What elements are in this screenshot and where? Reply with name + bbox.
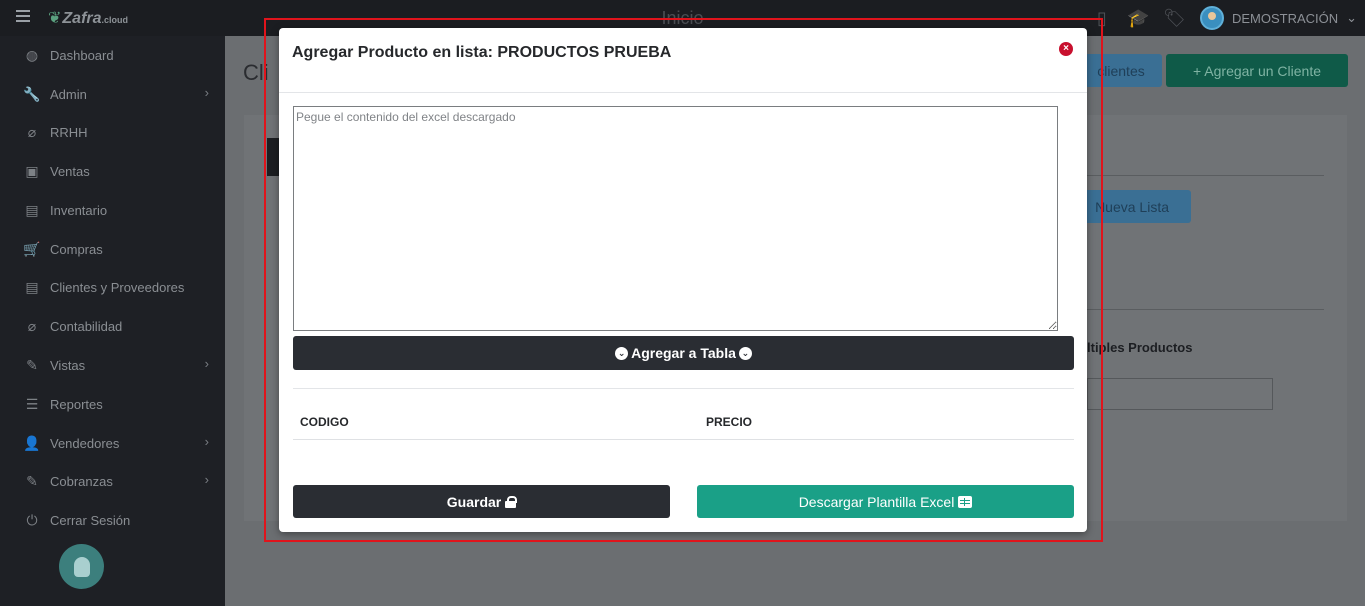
chevron-right-icon: › (204, 472, 209, 487)
sidebar-item-inventario[interactable]: ▤ Inventario (22, 198, 217, 222)
divider (293, 388, 1074, 389)
sidebar-item-vistas[interactable]: ✎ Vistas › (22, 353, 217, 377)
book-icon: ▤ (25, 278, 39, 295)
sidebar: ◍ Dashboard 🔧 Admin › ⌀ RRHH ▣ Ventas ▤ Inven… (0, 36, 225, 606)
edit-icon: ✎ (26, 356, 38, 373)
user-name: DEMOSTRACIÓN (1232, 10, 1339, 26)
chevron-right-icon: › (204, 356, 209, 371)
clients-button[interactable]: clientes (1080, 54, 1162, 87)
user-icon: 👤 (23, 434, 41, 451)
divider (1087, 309, 1324, 310)
mobile-icon[interactable]: ▯ (1091, 7, 1113, 29)
cart-icon: 🛒 (23, 240, 41, 257)
avatar (1200, 6, 1224, 30)
divider (1087, 175, 1324, 176)
sidebar-item-rrhh[interactable]: ⌀ RRHH (22, 120, 217, 144)
sidebar-item-cobranzas[interactable]: ✎ Cobranzas › (22, 469, 217, 493)
power-icon: ⏻ (26, 511, 38, 528)
unlock-icon (505, 495, 518, 508)
lightbulb-icon[interactable] (59, 544, 104, 589)
modal-header: Agregar Producto en lista: PRODUCTOS PRU… (279, 28, 1087, 93)
sidebar-item-compras[interactable]: 🛒 Compras (22, 237, 217, 261)
graduation-cap-icon[interactable]: 🎓 (1127, 7, 1149, 29)
divider (293, 439, 1074, 440)
sidebar-item-reportes[interactable]: ☰ Reportes (22, 392, 217, 416)
add-to-table-button[interactable]: ⌄ Agregar a Tabla ⌄ (293, 336, 1074, 370)
user-menu[interactable]: DEMOSTRACIÓN ⌄ (1200, 6, 1357, 30)
money-icon: ▣ (25, 162, 39, 179)
wrench-icon: 🔧 (23, 85, 41, 102)
background-page-title: Cli (243, 60, 269, 85)
sidebar-item-dashboard[interactable]: ◍ Dashboard (22, 43, 217, 67)
excel-paste-textarea[interactable] (293, 106, 1058, 331)
book-icon: ▤ (25, 201, 39, 218)
chevron-right-icon: › (204, 434, 209, 449)
sidebar-item-ventas[interactable]: ▣ Ventas (22, 159, 217, 183)
background-input[interactable] (1087, 378, 1273, 410)
table-header-codigo: CODIGO (300, 415, 349, 429)
edit-icon: ✎ (26, 472, 38, 489)
chevron-right-icon: › (204, 85, 209, 100)
sidebar-item-admin[interactable]: 🔧 Admin › (22, 82, 217, 106)
sidebar-item-cerrar-sesion[interactable]: ⏻ Cerrar Sesión (22, 508, 217, 532)
sidebar-item-vendedores[interactable]: 👤 Vendedores › (22, 431, 217, 455)
paperclip-icon: ⌀ (27, 123, 37, 140)
add-client-button[interactable]: + Agregar un Cliente (1166, 54, 1348, 87)
modal-title: Agregar Producto en lista: PRODUCTOS PRU… (292, 44, 672, 61)
tags-icon[interactable]: 🏷 (1163, 7, 1186, 29)
table-icon (958, 495, 973, 508)
save-button[interactable]: Guardar (293, 485, 670, 518)
table-header-precio: PRECIO (706, 415, 753, 429)
chevron-down-circle-icon: ⌄ (738, 346, 752, 360)
top-icons: ▯ 🎓 🏷 (1091, 7, 1186, 29)
add-product-modal: Agregar Producto en lista: PRODUCTOS PRU… (279, 28, 1087, 532)
multi-products-label: ltiples Productos (1087, 340, 1193, 355)
new-list-button[interactable]: Nueva Lista (1074, 190, 1191, 223)
close-icon[interactable]: × (1059, 42, 1073, 56)
paperclip-icon: ⌀ (27, 317, 37, 334)
chevron-down-circle-icon: ⌄ (615, 346, 629, 360)
palette-icon: ◍ (25, 46, 39, 63)
sidebar-item-contabilidad[interactable]: ⌀ Contabilidad (22, 314, 217, 338)
sidebar-item-clientes-proveedores[interactable]: ▤ Clientes y Proveedores (22, 275, 217, 299)
list-icon: ☰ (25, 395, 39, 412)
chevron-down-icon: ⌄ (1346, 10, 1358, 25)
download-excel-template-button[interactable]: Descargar Plantilla Excel (697, 485, 1074, 518)
